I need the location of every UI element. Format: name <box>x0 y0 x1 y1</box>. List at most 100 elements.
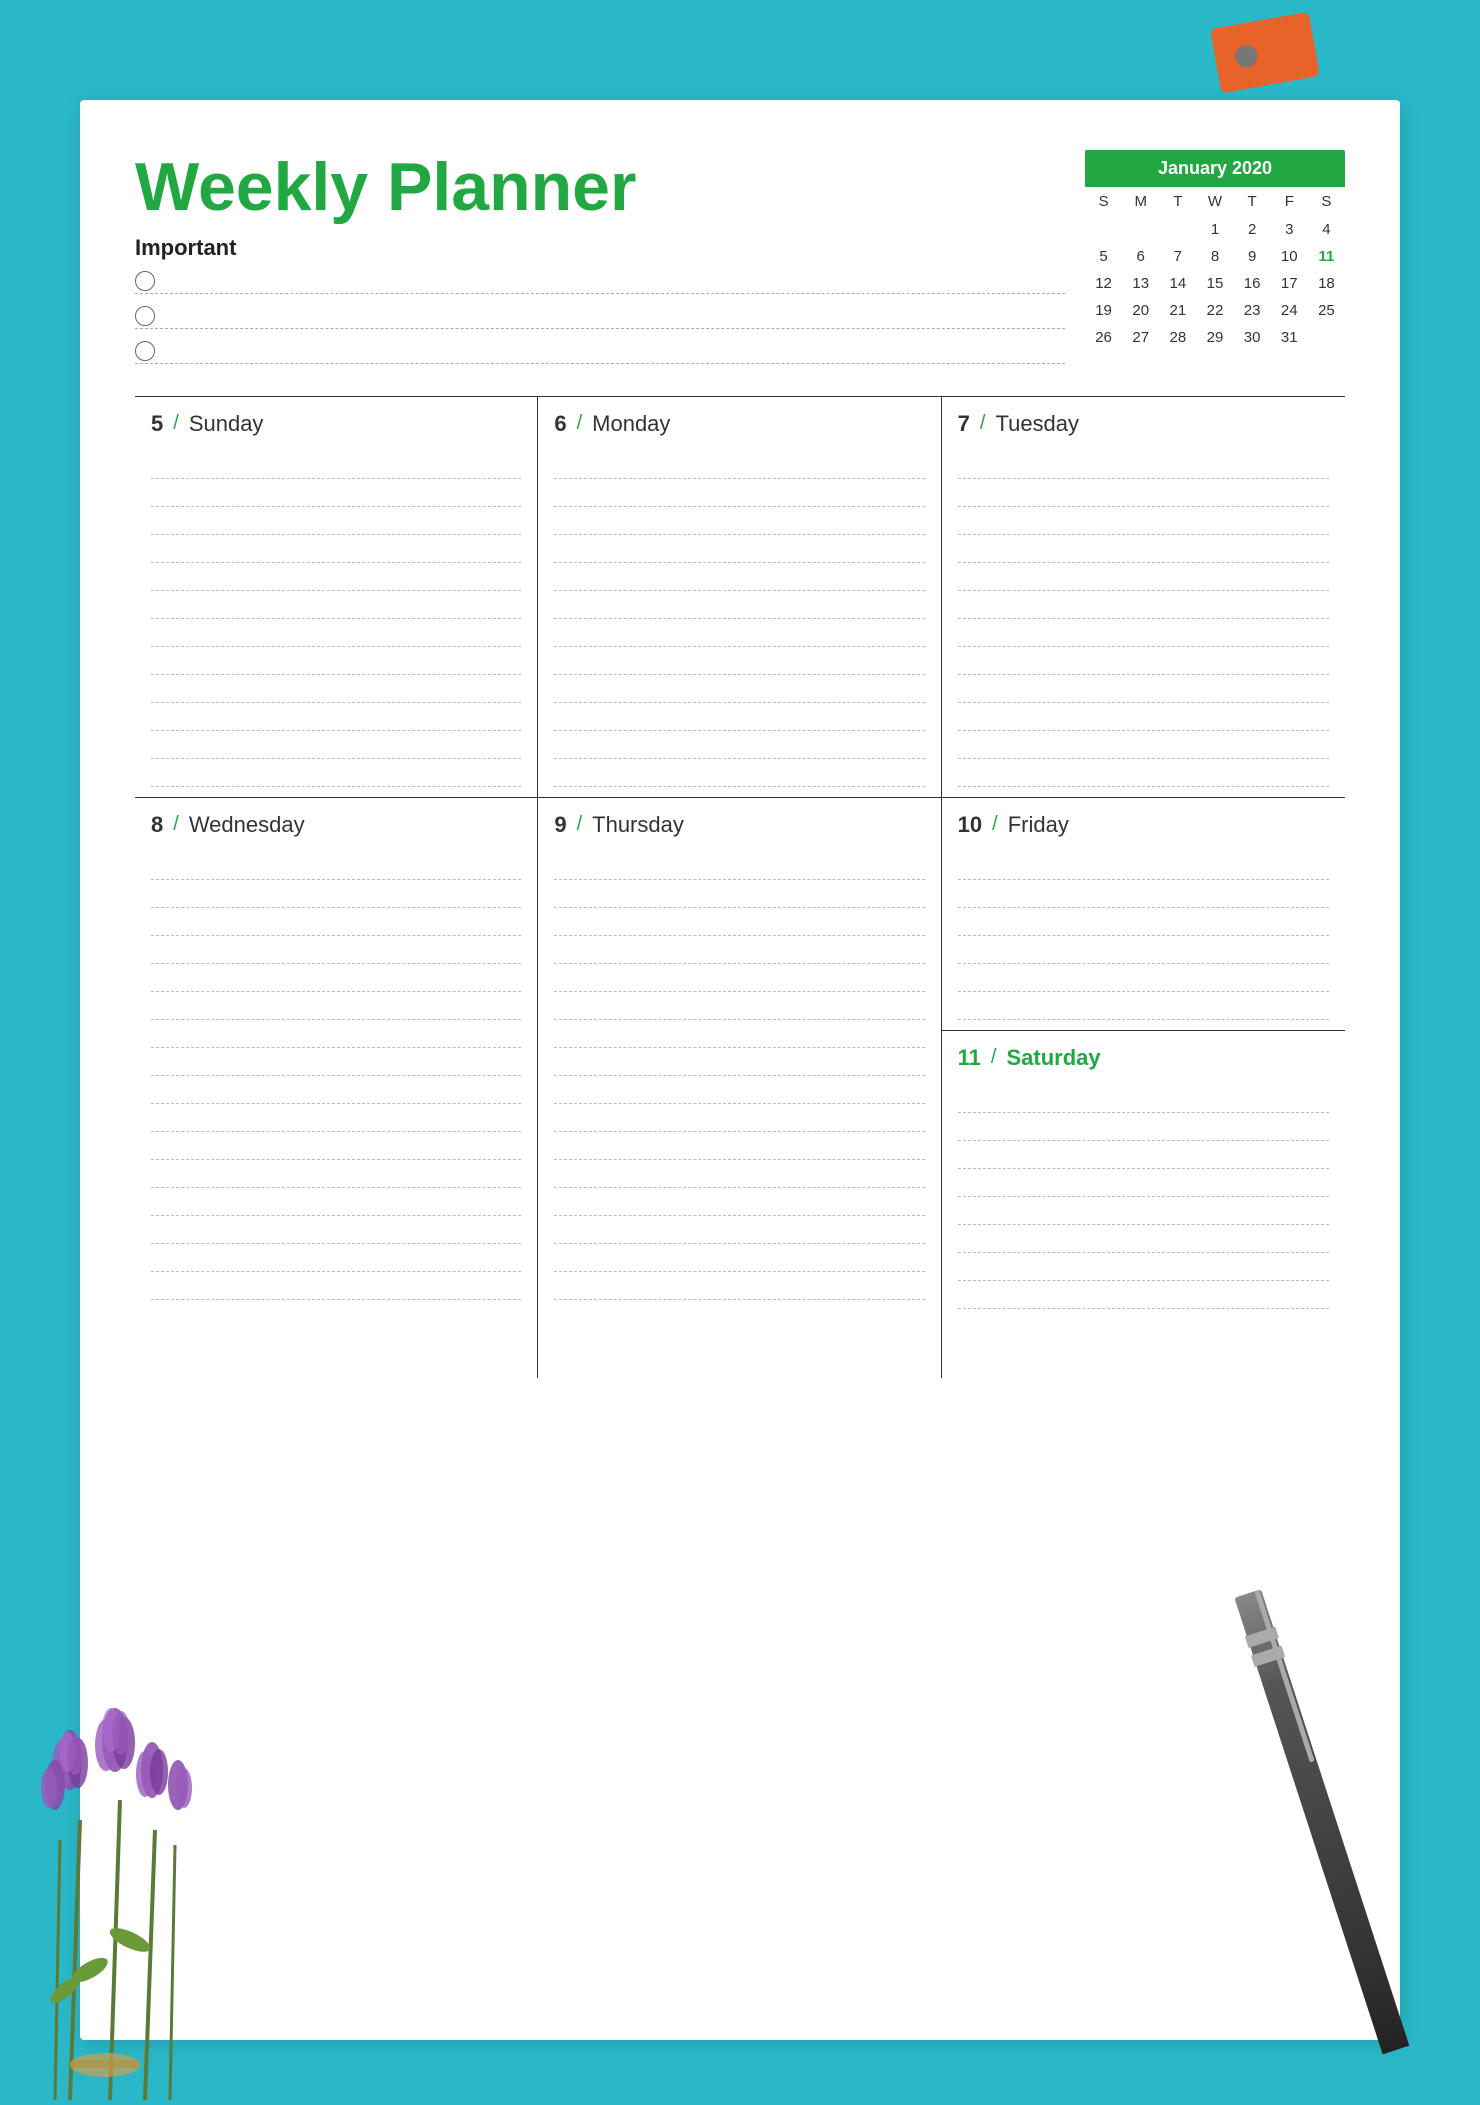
cal-day: 6 <box>1122 243 1159 270</box>
line <box>554 908 924 936</box>
line <box>151 1076 521 1104</box>
line <box>151 619 521 647</box>
cal-day: 27 <box>1122 324 1159 351</box>
line <box>151 731 521 759</box>
tuesday-name: Tuesday <box>995 411 1079 437</box>
line <box>554 619 924 647</box>
bullet-2 <box>135 306 1065 329</box>
cal-day: 20 <box>1122 297 1159 324</box>
line <box>151 852 521 880</box>
cal-day: 17 <box>1271 270 1308 297</box>
saturday-num: 11 <box>958 1045 981 1071</box>
title-section: Weekly Planner Important <box>135 150 1065 376</box>
monday-num: 6 <box>554 411 566 437</box>
cal-day: 28 <box>1159 324 1196 351</box>
header: Weekly Planner Important January 2020 S … <box>135 150 1345 376</box>
line <box>554 591 924 619</box>
line <box>554 479 924 507</box>
bullet-circle-1 <box>135 271 155 291</box>
line <box>958 880 1329 908</box>
line <box>958 647 1329 675</box>
cal-day: 3 <box>1271 216 1308 243</box>
cal-day: 30 <box>1234 324 1271 351</box>
line <box>554 1020 924 1048</box>
line <box>151 507 521 535</box>
important-label: Important <box>135 235 1065 261</box>
cal-day: 26 <box>1085 324 1122 351</box>
line <box>554 936 924 964</box>
cal-day: 18 <box>1308 270 1345 297</box>
day-friday: 10 / Friday <box>942 798 1345 1031</box>
bullet-3 <box>135 341 1065 364</box>
cal-week-4: 19 20 21 22 23 24 25 <box>1085 297 1345 324</box>
thursday-header: 9 / Thursday <box>554 812 924 838</box>
line <box>958 1253 1329 1281</box>
friday-lines <box>958 852 1329 1020</box>
line <box>554 703 924 731</box>
line <box>958 619 1329 647</box>
line <box>151 1188 521 1216</box>
bullet-circle-2 <box>135 306 155 326</box>
line <box>958 1085 1329 1113</box>
tuesday-header: 7 / Tuesday <box>958 411 1329 437</box>
day-saturday: 11 / Saturday <box>942 1031 1345 1378</box>
line <box>958 731 1329 759</box>
line <box>958 591 1329 619</box>
paper: Weekly Planner Important January 2020 S … <box>80 100 1400 2040</box>
line <box>554 1132 924 1160</box>
cal-col-s1: S <box>1085 187 1122 216</box>
cal-day: 7 <box>1159 243 1196 270</box>
calendar-widget: January 2020 S M T W T F S <box>1085 150 1345 351</box>
cal-day: 25 <box>1308 297 1345 324</box>
wednesday-lines <box>151 852 521 1300</box>
line <box>958 507 1329 535</box>
line <box>151 1132 521 1160</box>
bullet-circle-3 <box>135 341 155 361</box>
line <box>151 1104 521 1132</box>
wednesday-header: 8 / Wednesday <box>151 812 521 838</box>
line <box>151 1244 521 1272</box>
line <box>554 675 924 703</box>
line <box>958 852 1329 880</box>
sunday-name: Sunday <box>189 411 264 437</box>
cal-col-s2: S <box>1308 187 1345 216</box>
day-thursday: 9 / Thursday <box>538 798 941 1378</box>
sunday-slash: / <box>173 412 179 435</box>
monday-name: Monday <box>592 411 670 437</box>
sunday-lines <box>151 451 521 787</box>
line <box>958 759 1329 787</box>
line <box>151 1160 521 1188</box>
cal-day: 10 <box>1271 243 1308 270</box>
cal-day: 5 <box>1085 243 1122 270</box>
line <box>958 992 1329 1020</box>
line <box>958 675 1329 703</box>
line <box>151 908 521 936</box>
cal-day <box>1122 216 1159 243</box>
line <box>554 1160 924 1188</box>
day-monday: 6 / Monday <box>538 397 941 797</box>
line <box>554 1216 924 1244</box>
line <box>151 535 521 563</box>
cal-col-w: W <box>1196 187 1233 216</box>
cal-col-t1: T <box>1159 187 1196 216</box>
wednesday-slash: / <box>173 813 179 836</box>
saturday-lines <box>958 1085 1329 1309</box>
thursday-slash: / <box>577 813 583 836</box>
line <box>554 1104 924 1132</box>
line <box>958 1197 1329 1225</box>
cal-day <box>1308 324 1345 351</box>
saturday-slash: / <box>991 1046 997 1069</box>
line <box>554 507 924 535</box>
line <box>554 992 924 1020</box>
sharpener-hole <box>1234 44 1259 69</box>
cal-col-m: M <box>1122 187 1159 216</box>
wednesday-name: Wednesday <box>189 812 305 838</box>
line <box>151 451 521 479</box>
line <box>151 1048 521 1076</box>
line <box>554 880 924 908</box>
cal-week-5: 26 27 28 29 30 31 <box>1085 324 1345 351</box>
cal-day: 16 <box>1234 270 1271 297</box>
line <box>554 1244 924 1272</box>
cal-day: 12 <box>1085 270 1122 297</box>
cal-day: 31 <box>1271 324 1308 351</box>
